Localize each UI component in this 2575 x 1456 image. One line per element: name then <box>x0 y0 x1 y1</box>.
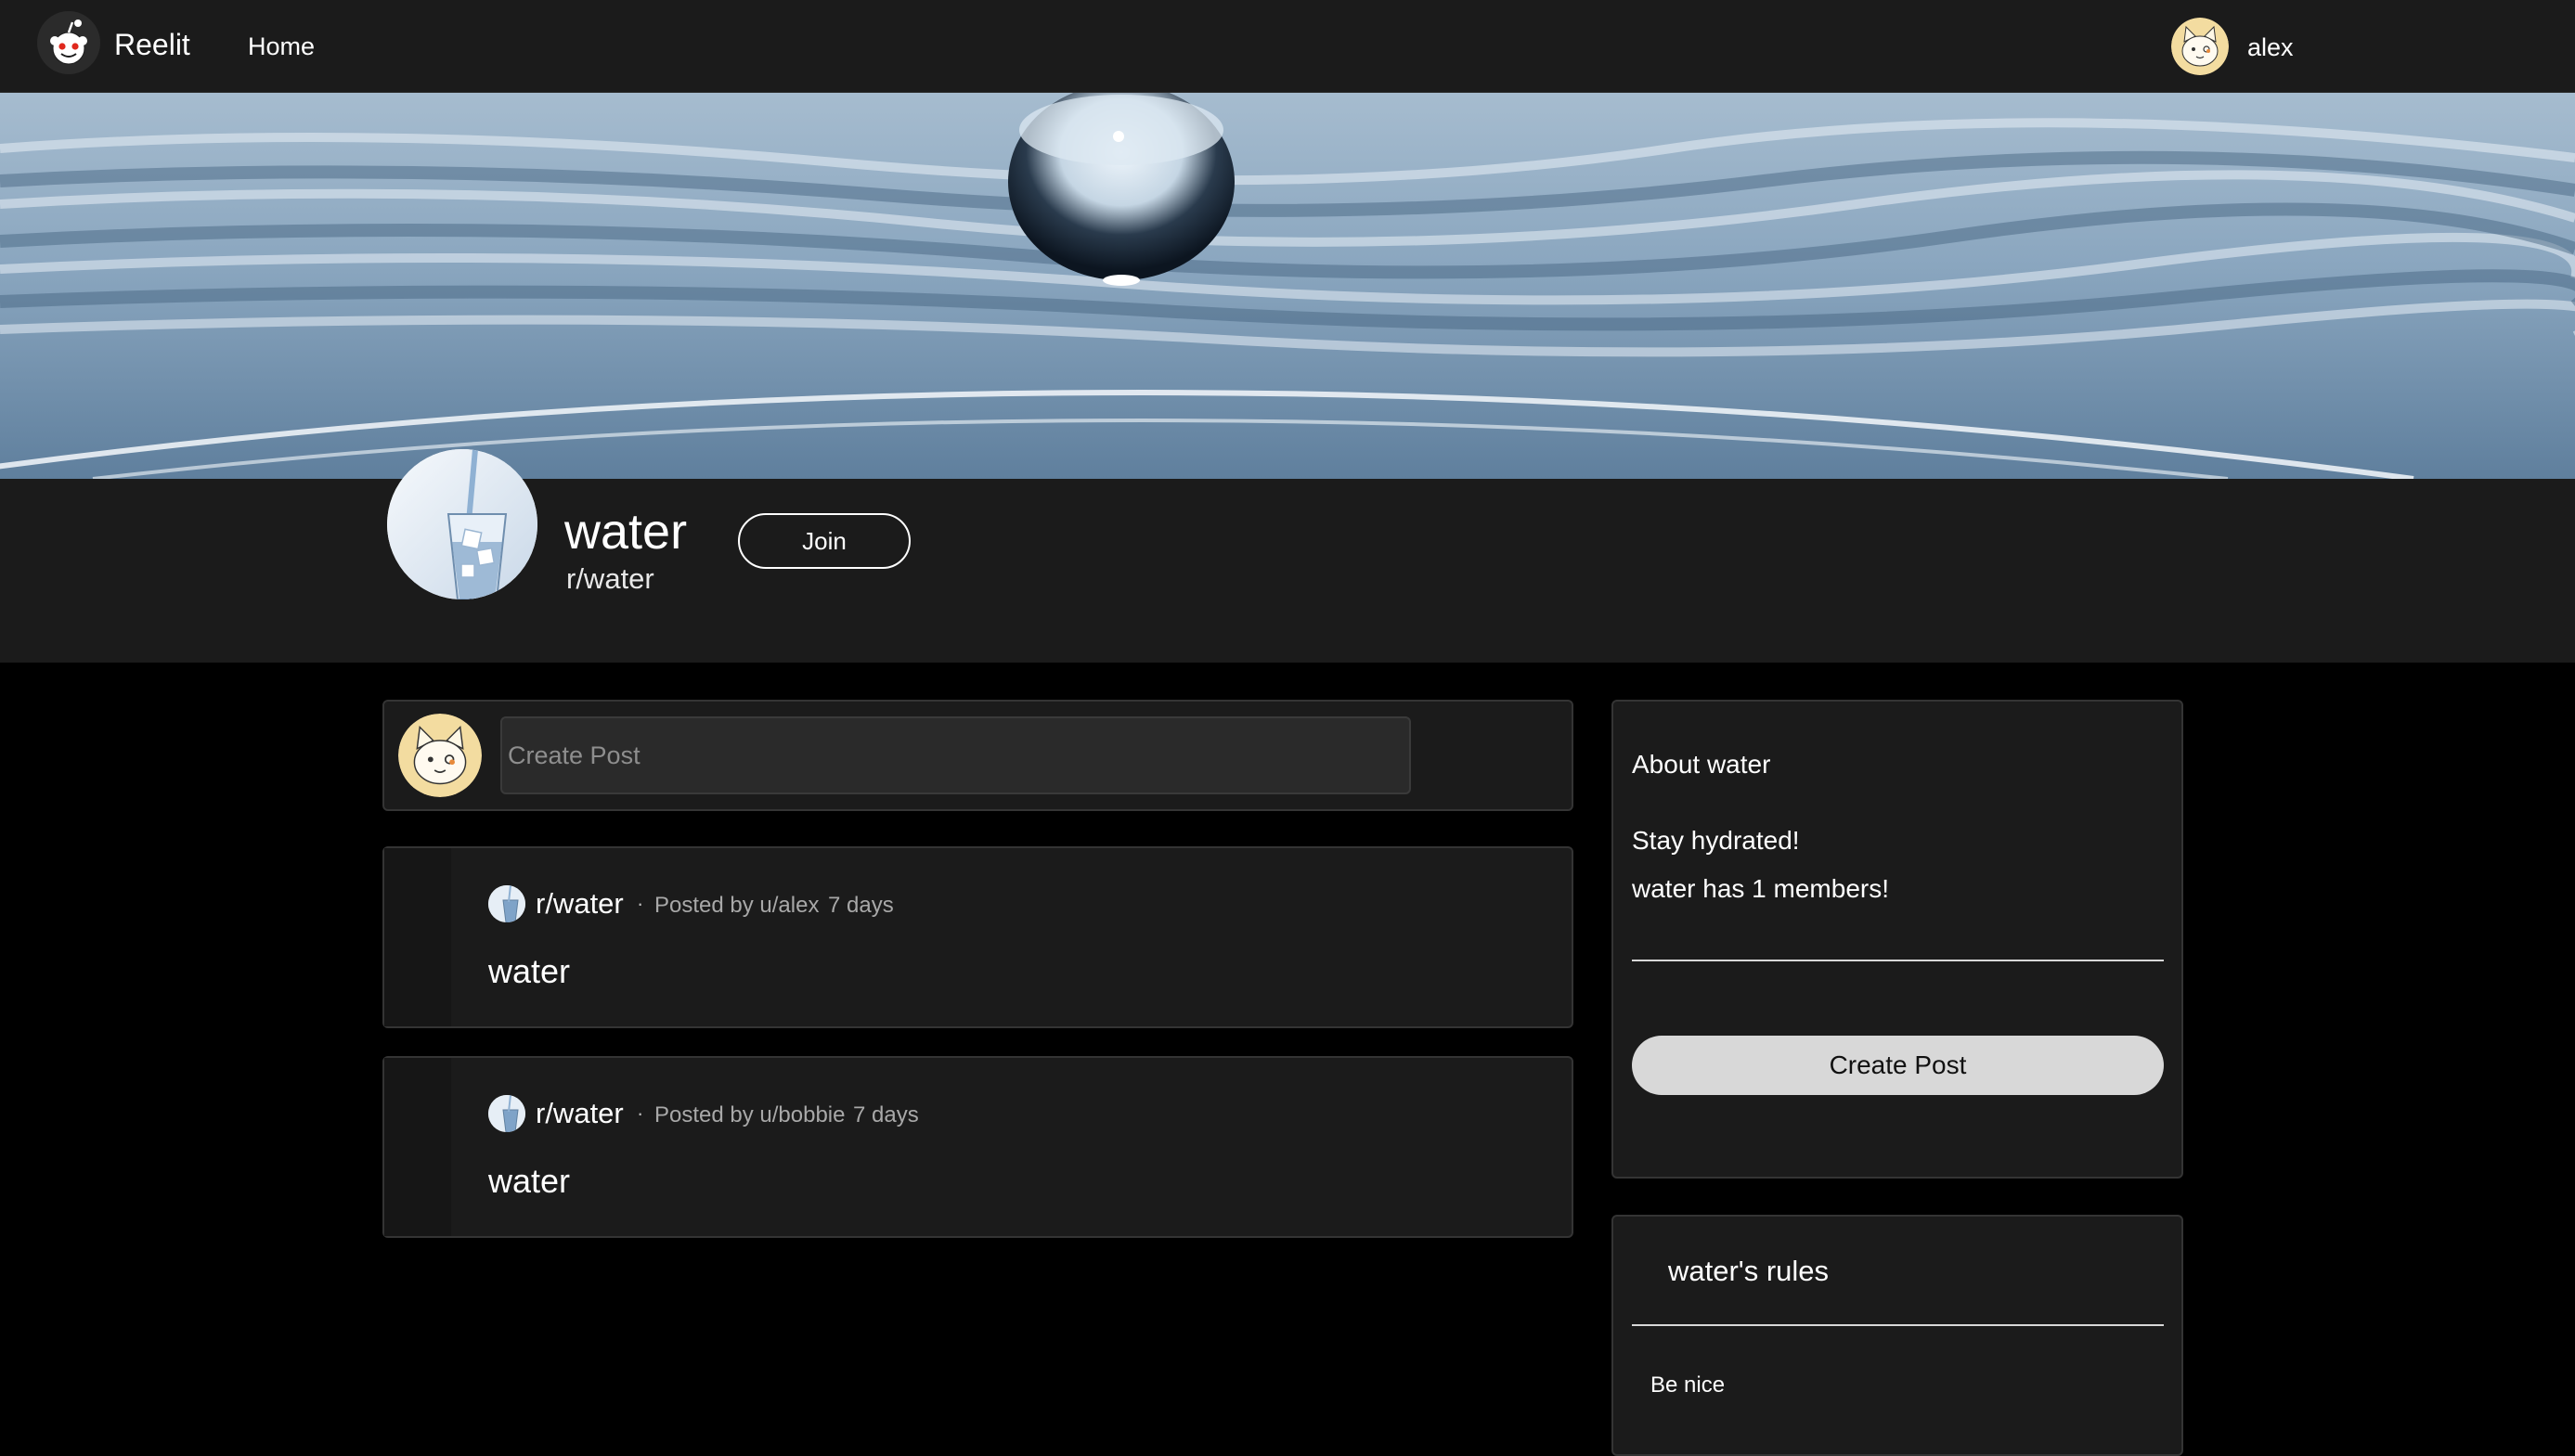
community-banner <box>0 93 2575 479</box>
post-time: 7 days <box>828 893 894 918</box>
create-post-button[interactable]: Create Post <box>1632 1036 2164 1095</box>
community-slug: r/water <box>566 562 654 595</box>
brand-name[interactable]: Reelit <box>114 28 190 62</box>
create-post-bar <box>382 700 1573 811</box>
post-card[interactable]: r/water · Posted by u/alex 7 days water <box>382 846 1573 1028</box>
vote-column <box>384 848 451 1026</box>
post-subreddit-link[interactable]: r/water <box>536 887 624 921</box>
community-header <box>0 479 2575 663</box>
post-time: 7 days <box>853 1102 919 1127</box>
join-button[interactable]: Join <box>738 513 911 569</box>
about-description: Stay hydrated! <box>1632 826 1800 855</box>
rules-title: water's rules <box>1668 1255 1830 1287</box>
user-avatar-icon[interactable] <box>2171 18 2229 75</box>
post-title[interactable]: water <box>488 1162 570 1201</box>
post-subreddit-link[interactable]: r/water <box>536 1097 624 1130</box>
divider <box>1632 1324 2164 1326</box>
community-title: water <box>564 504 688 560</box>
post-card[interactable]: r/water · Posted by u/bobbie 7 days wate… <box>382 1056 1573 1238</box>
post-author[interactable]: Posted by u/alex <box>654 893 819 919</box>
post-author[interactable]: Posted by u/bobbie <box>654 1102 846 1128</box>
about-title: About water <box>1632 750 1771 779</box>
water-glass-icon <box>387 449 537 599</box>
user-menu-name[interactable]: alex <box>2247 33 2294 62</box>
reddit-alien-icon[interactable] <box>37 11 100 74</box>
top-navbar: Reelit Home alex <box>0 0 2575 93</box>
cat-avatar-icon[interactable] <box>398 714 482 797</box>
meta-separator: · <box>637 892 644 915</box>
meta-separator: · <box>637 1102 644 1125</box>
about-community-card: About water Stay hydrated! water has 1 m… <box>1611 700 2183 1179</box>
nav-home-link[interactable]: Home <box>248 32 315 61</box>
rule-item: Be nice <box>1650 1372 1726 1398</box>
divider <box>1632 960 2164 961</box>
water-glass-icon <box>488 1095 525 1132</box>
post-title[interactable]: water <box>488 952 570 991</box>
about-member-count: water has 1 members! <box>1632 874 1889 903</box>
water-glass-icon <box>488 885 525 922</box>
vote-column <box>384 1058 451 1236</box>
community-rules-card: water's rules Be nice <box>1611 1215 2183 1456</box>
create-post-input[interactable] <box>500 716 1411 794</box>
